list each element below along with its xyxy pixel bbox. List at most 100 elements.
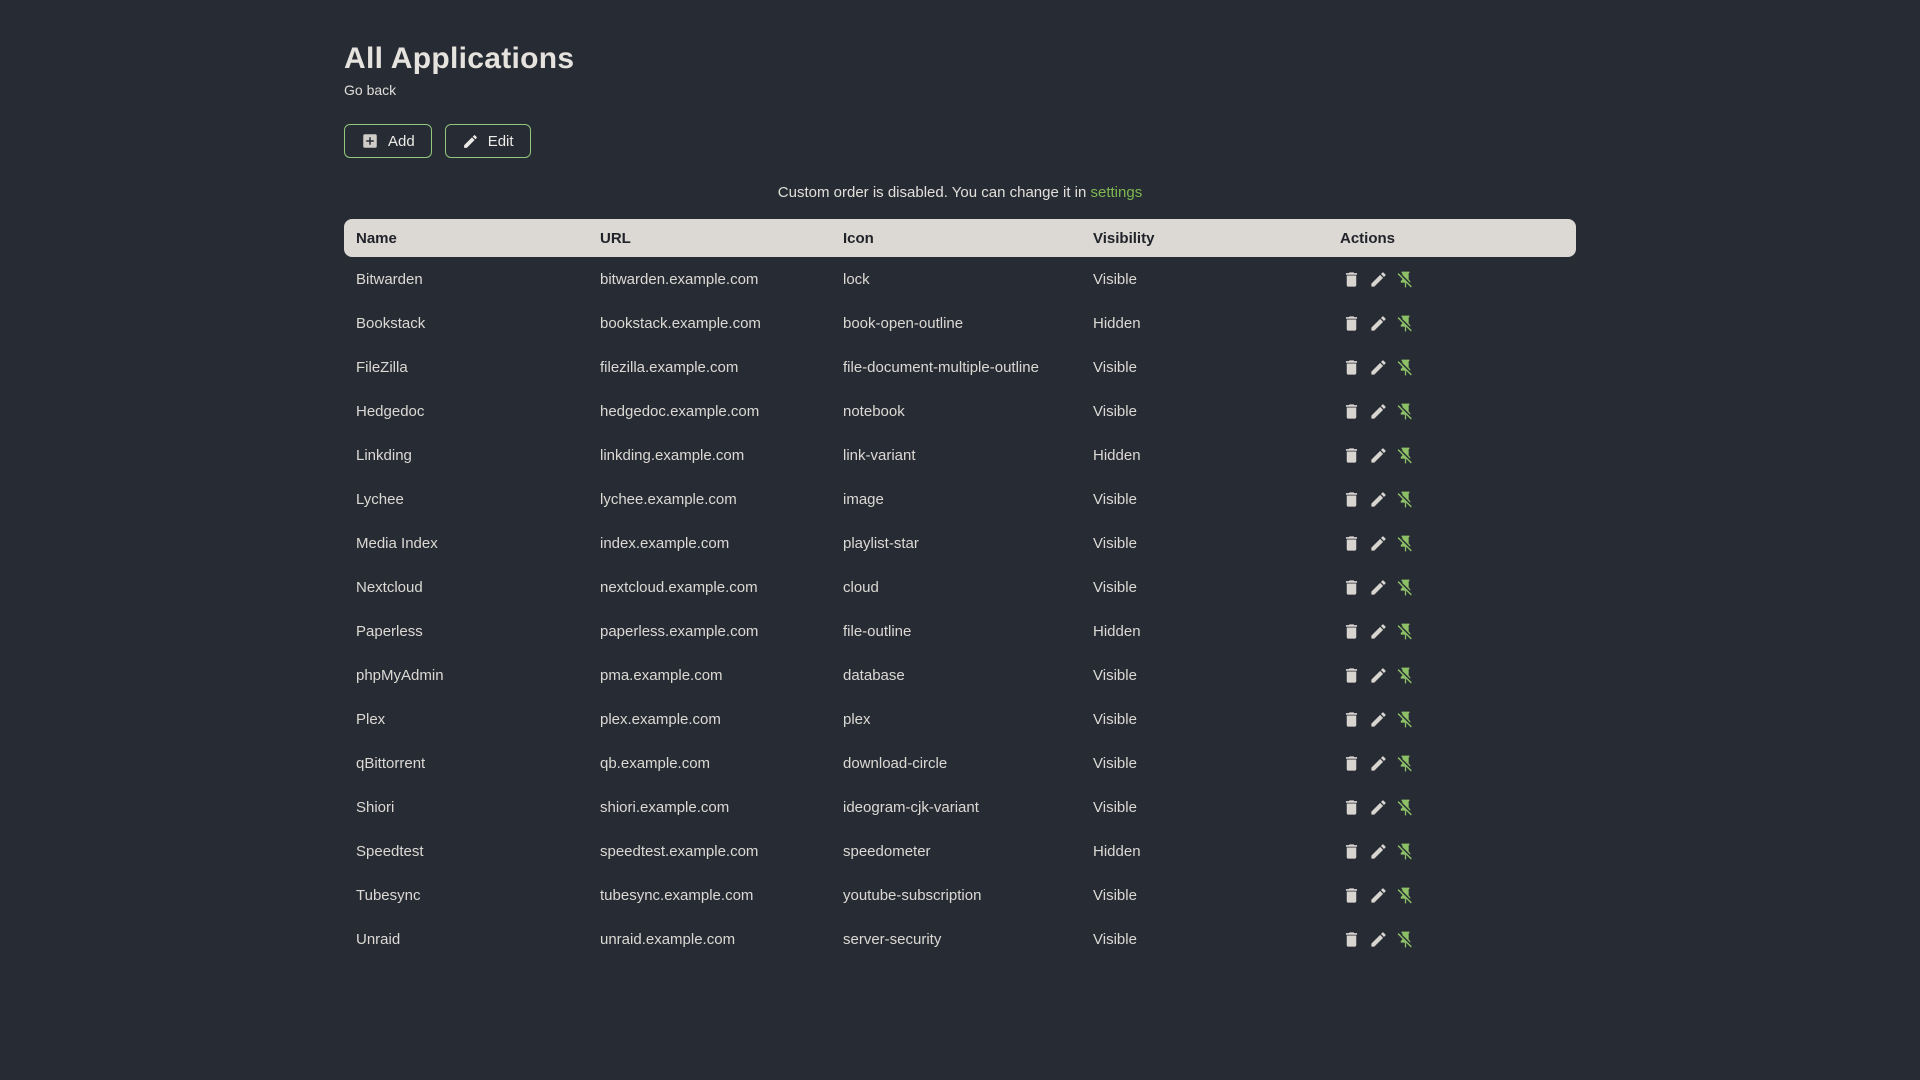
edit-app-button[interactable]: [1367, 356, 1390, 379]
trash-icon: [1342, 534, 1361, 553]
app-url-cell: linkding.example.com: [600, 446, 745, 464]
pin-app-button[interactable]: [1394, 884, 1417, 907]
table-row: Nextcloud nextcloud.example.com cloud Vi…: [344, 565, 1576, 609]
trash-icon: [1342, 710, 1361, 729]
edit-app-button[interactable]: [1367, 268, 1390, 291]
edit-app-button[interactable]: [1367, 312, 1390, 335]
edit-app-button[interactable]: [1367, 444, 1390, 467]
app-url-cell: plex.example.com: [600, 710, 721, 728]
edit-app-button[interactable]: [1367, 840, 1390, 863]
app-icon-cell: database: [843, 666, 905, 684]
pin-off-icon: [1396, 270, 1415, 289]
pin-app-button[interactable]: [1394, 312, 1417, 335]
pin-app-button[interactable]: [1394, 356, 1417, 379]
edit-app-button[interactable]: [1367, 884, 1390, 907]
pin-app-button[interactable]: [1394, 840, 1417, 863]
applications-table: Name URL Icon Visibility Actions Bitward…: [344, 219, 1576, 961]
app-name-cell: qBittorrent: [356, 754, 426, 772]
edit-app-button[interactable]: [1367, 532, 1390, 555]
pin-app-button[interactable]: [1394, 752, 1417, 775]
pin-app-button[interactable]: [1394, 532, 1417, 555]
pin-app-button[interactable]: [1394, 796, 1417, 819]
trash-icon: [1342, 798, 1361, 817]
edit-app-button[interactable]: [1367, 708, 1390, 731]
delete-app-button[interactable]: [1340, 796, 1363, 819]
row-actions: [1328, 356, 1576, 379]
add-button[interactable]: Add: [344, 124, 432, 158]
pin-app-button[interactable]: [1394, 488, 1417, 511]
edit-app-button[interactable]: [1367, 576, 1390, 599]
row-actions: [1328, 400, 1576, 423]
custom-order-notice: Custom order is disabled. You can change…: [344, 184, 1576, 201]
edit-app-button[interactable]: [1367, 664, 1390, 687]
app-name-cell: Shiori: [356, 798, 395, 816]
edit-button[interactable]: Edit: [444, 124, 531, 158]
pin-app-button[interactable]: [1394, 664, 1417, 687]
pencil-icon: [1369, 314, 1388, 333]
app-icon-cell: youtube-subscription: [843, 886, 982, 904]
settings-link[interactable]: settings: [1091, 184, 1143, 201]
delete-app-button[interactable]: [1340, 356, 1363, 379]
delete-app-button[interactable]: [1340, 444, 1363, 467]
app-url-cell: hedgedoc.example.com: [600, 402, 760, 420]
edit-app-button[interactable]: [1367, 488, 1390, 511]
app-visibility-cell: Visible: [1093, 270, 1137, 288]
pin-off-icon: [1396, 358, 1415, 377]
trash-icon: [1342, 842, 1361, 861]
edit-app-button[interactable]: [1367, 752, 1390, 775]
table-row: Media Index index.example.com playlist-s…: [344, 521, 1576, 565]
pencil-icon: [1369, 710, 1388, 729]
app-url-cell: bitwarden.example.com: [600, 270, 759, 288]
delete-app-button[interactable]: [1340, 312, 1363, 335]
pencil-icon: [1369, 358, 1388, 377]
app-icon-cell: plex: [843, 710, 871, 728]
pin-app-button[interactable]: [1394, 576, 1417, 599]
table-row: Bookstack bookstack.example.com book-ope…: [344, 301, 1576, 345]
delete-app-button[interactable]: [1340, 884, 1363, 907]
pin-app-button[interactable]: [1394, 708, 1417, 731]
pin-app-button[interactable]: [1394, 444, 1417, 467]
pin-app-button[interactable]: [1394, 928, 1417, 951]
app-name-cell: FileZilla: [356, 358, 408, 376]
delete-app-button[interactable]: [1340, 488, 1363, 511]
edit-app-button[interactable]: [1367, 796, 1390, 819]
delete-app-button[interactable]: [1340, 752, 1363, 775]
add-button-label: Add: [388, 132, 415, 150]
pencil-icon: [1369, 930, 1388, 949]
row-actions: [1328, 488, 1576, 511]
table-row: Plex plex.example.com plex Visible: [344, 697, 1576, 741]
go-back-link[interactable]: Go back: [344, 82, 396, 98]
edit-app-button[interactable]: [1367, 620, 1390, 643]
pin-app-button[interactable]: [1394, 400, 1417, 423]
edit-app-button[interactable]: [1367, 928, 1390, 951]
delete-app-button[interactable]: [1340, 708, 1363, 731]
column-header-visibility: Visibility: [1093, 229, 1155, 247]
trash-icon: [1342, 446, 1361, 465]
delete-app-button[interactable]: [1340, 576, 1363, 599]
trash-icon: [1342, 578, 1361, 597]
pin-off-icon: [1396, 402, 1415, 421]
pin-off-icon: [1396, 314, 1415, 333]
delete-app-button[interactable]: [1340, 268, 1363, 291]
delete-app-button[interactable]: [1340, 928, 1363, 951]
row-actions: [1328, 928, 1576, 951]
app-icon-cell: download-circle: [843, 754, 948, 772]
delete-app-button[interactable]: [1340, 532, 1363, 555]
delete-app-button[interactable]: [1340, 620, 1363, 643]
edit-app-button[interactable]: [1367, 400, 1390, 423]
app-visibility-cell: Visible: [1093, 666, 1137, 684]
trash-icon: [1342, 490, 1361, 509]
pin-off-icon: [1396, 534, 1415, 553]
pin-app-button[interactable]: [1394, 620, 1417, 643]
app-name-cell: Hedgedoc: [356, 402, 425, 420]
pin-off-icon: [1396, 886, 1415, 905]
row-actions: [1328, 708, 1576, 731]
delete-app-button[interactable]: [1340, 664, 1363, 687]
app-visibility-cell: Visible: [1093, 534, 1137, 552]
pin-off-icon: [1396, 754, 1415, 773]
delete-app-button[interactable]: [1340, 400, 1363, 423]
app-url-cell: speedtest.example.com: [600, 842, 759, 860]
delete-app-button[interactable]: [1340, 840, 1363, 863]
pin-off-icon: [1396, 622, 1415, 641]
pin-app-button[interactable]: [1394, 268, 1417, 291]
